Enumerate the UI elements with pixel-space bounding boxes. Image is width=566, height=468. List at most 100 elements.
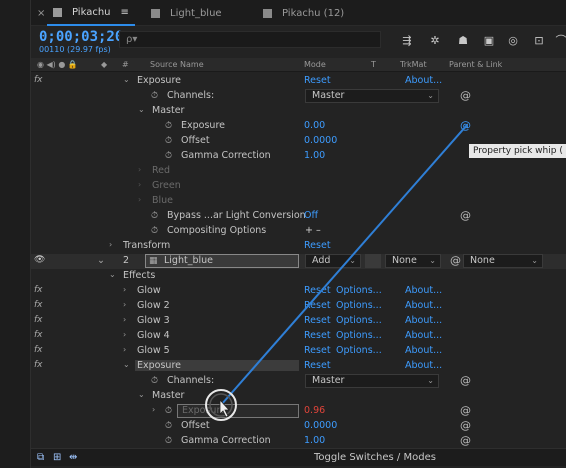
about-link[interactable]: About... bbox=[405, 300, 442, 311]
trkmat-dropdown[interactable]: None ⌄ bbox=[385, 254, 441, 268]
tab-menu-icon[interactable]: ≡ bbox=[121, 7, 129, 18]
draft-3d-icon[interactable]: ✲ bbox=[427, 34, 443, 48]
search-input[interactable]: ρ▾ bbox=[119, 31, 381, 48]
options-link[interactable]: Options... bbox=[336, 300, 382, 311]
effect-row-glow-5[interactable]: fx › Glow 5 Reset Options... About... bbox=[31, 344, 566, 359]
twirl-open-icon[interactable]: ⌄ bbox=[138, 105, 145, 114]
stopwatch-icon[interactable]: ⏱ bbox=[165, 436, 172, 446]
fx-icon[interactable]: fx bbox=[34, 315, 43, 325]
toggle-switches-modes-button[interactable]: Toggle Switches / Modes bbox=[314, 452, 436, 463]
about-link[interactable]: About... bbox=[405, 330, 442, 341]
fx-icon[interactable]: fx bbox=[34, 300, 43, 310]
reset-link[interactable]: Reset bbox=[304, 75, 331, 86]
twirl-open-icon[interactable]: ⌄ bbox=[138, 390, 145, 399]
pickwhip-icon[interactable]: @ bbox=[460, 374, 471, 387]
reset-link[interactable]: Reset bbox=[304, 315, 331, 326]
channels-dropdown[interactable]: Master ⌄ bbox=[305, 374, 439, 388]
effect-row-exposure[interactable]: fx ⌄ Exposure Reset About... bbox=[31, 74, 566, 89]
property-drop-target[interactable]: Exposure bbox=[177, 404, 299, 418]
stopwatch-icon[interactable]: ⏱ bbox=[165, 151, 172, 161]
transfer-controls-icon[interactable]: ⊞ bbox=[53, 452, 61, 463]
reset-link[interactable]: Reset bbox=[304, 330, 331, 341]
fx-icon[interactable]: fx bbox=[34, 360, 43, 370]
twirl-open-icon[interactable]: ⌄ bbox=[97, 255, 105, 266]
fx-icon[interactable]: fx bbox=[34, 285, 43, 295]
twirl-closed-icon[interactable]: › bbox=[123, 345, 126, 354]
pickwhip-icon[interactable]: @ bbox=[460, 404, 471, 417]
column-source-name[interactable]: Source Name bbox=[150, 60, 204, 69]
reset-link[interactable]: Reset bbox=[304, 360, 331, 371]
twirl-open-icon[interactable]: ⌄ bbox=[109, 270, 116, 279]
stopwatch-icon[interactable]: ⏱ bbox=[165, 136, 172, 146]
property-value[interactable]: Off bbox=[304, 210, 318, 221]
twirl-open-icon[interactable]: ⌄ bbox=[123, 360, 130, 369]
stopwatch-icon[interactable]: ⏱ bbox=[151, 91, 158, 101]
effect-row-glow-3[interactable]: fx › Glow 3 Reset Options... About... bbox=[31, 314, 566, 329]
about-link[interactable]: About... bbox=[405, 285, 442, 296]
twirl-closed-icon[interactable]: › bbox=[109, 240, 112, 249]
about-link[interactable]: About... bbox=[405, 345, 442, 356]
property-value[interactable]: 0.0000 bbox=[304, 420, 337, 431]
twirl-open-icon[interactable]: ⌄ bbox=[123, 75, 130, 84]
twirl-closed-icon[interactable]: › bbox=[138, 180, 141, 189]
in-out-icon[interactable]: ⇹ bbox=[69, 452, 77, 463]
layer-name-box[interactable]: Light_blue bbox=[145, 254, 299, 268]
fx-icon[interactable]: fx bbox=[34, 75, 43, 85]
effect-row-exposure-selected[interactable]: fx ⌄ Exposure Reset About... bbox=[31, 359, 566, 374]
comp-flowchart-icon[interactable]: ⇶ bbox=[399, 34, 415, 48]
effect-row-glow[interactable]: fx › Glow Reset Options... About... bbox=[31, 284, 566, 299]
twirl-closed-icon[interactable]: › bbox=[123, 330, 126, 339]
current-time-display[interactable]: 0;00;03;20 bbox=[39, 29, 123, 45]
tab-light-blue[interactable]: Light_blue bbox=[151, 0, 222, 26]
channels-dropdown[interactable]: Master ⌄ bbox=[305, 89, 439, 103]
pickwhip-icon[interactable]: @ bbox=[460, 119, 471, 132]
stopwatch-icon[interactable]: ⏱ bbox=[151, 226, 158, 236]
twirl-closed-icon[interactable]: › bbox=[152, 405, 155, 414]
close-tab-icon[interactable]: × bbox=[37, 0, 45, 26]
pickwhip-icon[interactable]: @ bbox=[460, 89, 471, 102]
stopwatch-icon[interactable]: ⏱ bbox=[151, 376, 158, 386]
property-value[interactable]: 1.00 bbox=[304, 435, 325, 446]
reset-link[interactable]: Reset bbox=[304, 285, 331, 296]
twirl-closed-icon[interactable]: › bbox=[123, 285, 126, 294]
fx-icon[interactable]: fx bbox=[34, 345, 43, 355]
tab-pikachu[interactable]: Pikachu ≡ bbox=[47, 0, 135, 26]
about-link[interactable]: About... bbox=[405, 75, 442, 86]
property-value[interactable]: 0.0000 bbox=[304, 135, 337, 146]
frame-blend-icon[interactable]: ▣ bbox=[481, 34, 497, 48]
graph-icon[interactable]: ⌒ bbox=[553, 34, 566, 48]
parent-dropdown[interactable]: None ⌄ bbox=[463, 254, 543, 268]
stopwatch-icon[interactable]: ⏱ bbox=[151, 211, 158, 221]
reset-link[interactable]: Reset bbox=[304, 345, 331, 356]
fx-icon[interactable]: fx bbox=[34, 330, 43, 340]
pickwhip-icon[interactable]: @ bbox=[460, 434, 471, 447]
property-value[interactable]: 0.96 bbox=[304, 405, 325, 416]
twirl-closed-icon[interactable]: › bbox=[138, 165, 141, 174]
layer-switches-icon[interactable]: ⧉ bbox=[37, 452, 44, 463]
twirl-closed-icon[interactable]: › bbox=[138, 195, 141, 204]
about-link[interactable]: About... bbox=[405, 360, 442, 371]
pickwhip-icon[interactable]: @ bbox=[460, 209, 471, 222]
stopwatch-icon[interactable]: ⏱ bbox=[165, 121, 172, 131]
about-link[interactable]: About... bbox=[405, 315, 442, 326]
stopwatch-icon[interactable]: ⏱ bbox=[165, 406, 172, 416]
tab-pikachu-12[interactable]: Pikachu (12) bbox=[263, 0, 344, 26]
graph-editor-icon[interactable]: ⊡ bbox=[531, 34, 547, 48]
twirl-closed-icon[interactable]: › bbox=[123, 315, 126, 324]
preserve-transparency-toggle[interactable] bbox=[365, 254, 381, 268]
shy-icon[interactable]: ☗ bbox=[455, 34, 471, 48]
effect-row-glow-4[interactable]: fx › Glow 4 Reset Options... About... bbox=[31, 329, 566, 344]
eye-icon[interactable]: 👁 bbox=[34, 255, 45, 265]
pickwhip-icon[interactable]: @ bbox=[450, 254, 461, 267]
effect-row-glow-2[interactable]: fx › Glow 2 Reset Options... About... bbox=[31, 299, 566, 314]
add-remove-icon[interactable]: + – bbox=[305, 225, 321, 236]
property-value[interactable]: 0.00 bbox=[304, 120, 325, 131]
twirl-closed-icon[interactable]: › bbox=[123, 300, 126, 309]
options-link[interactable]: Options... bbox=[336, 345, 382, 356]
options-link[interactable]: Options... bbox=[336, 285, 382, 296]
reset-link[interactable]: Reset bbox=[304, 240, 331, 251]
property-value[interactable]: 1.00 bbox=[304, 150, 325, 161]
mode-dropdown[interactable]: Add ⌄ bbox=[305, 254, 361, 268]
options-link[interactable]: Options... bbox=[336, 315, 382, 326]
motion-blur-icon[interactable]: ◎ bbox=[505, 34, 521, 48]
